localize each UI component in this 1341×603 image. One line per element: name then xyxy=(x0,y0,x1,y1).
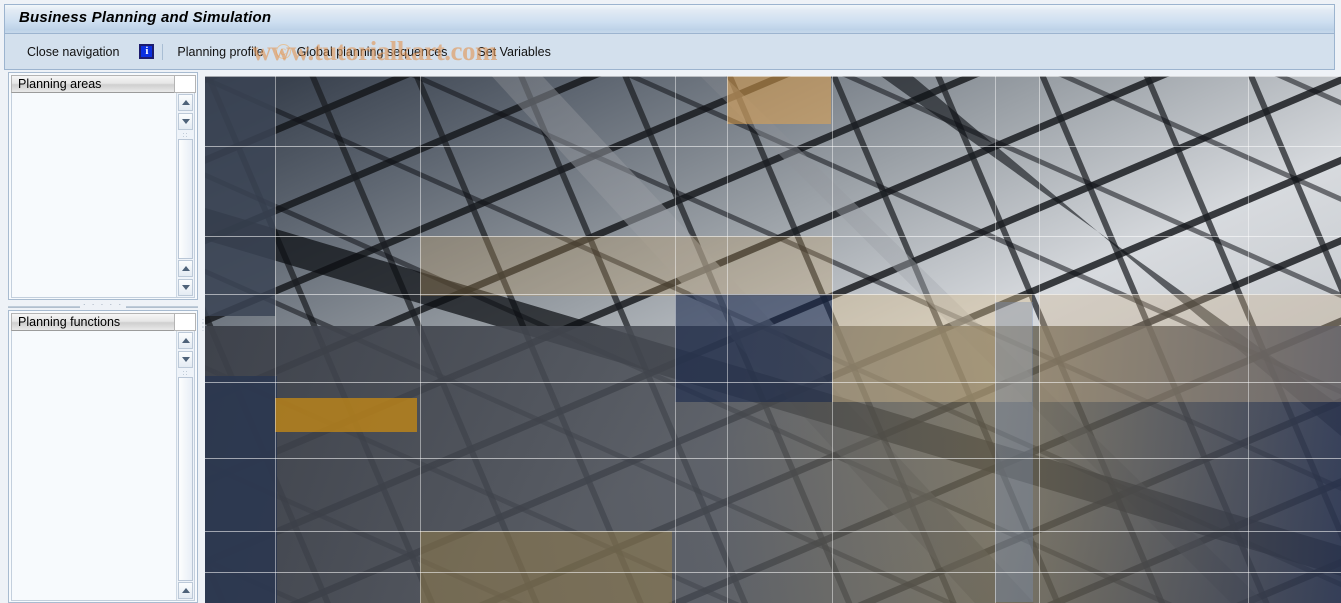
circle-icon: C xyxy=(275,44,291,59)
grid-line-vertical xyxy=(995,76,996,603)
grid-line-horizontal xyxy=(205,382,1341,383)
close-navigation-label: Close navigation xyxy=(27,44,120,59)
main-content-area xyxy=(205,76,1341,603)
scroll-down-arrow-icon[interactable] xyxy=(178,113,193,130)
panel-splitter[interactable]: · · · · · xyxy=(8,300,198,310)
toolbar-separator xyxy=(162,43,164,60)
grid-line-vertical xyxy=(275,76,276,603)
grid-line-horizontal xyxy=(205,458,1341,459)
set-variables-label: Set Variables xyxy=(477,44,551,59)
splitter-grip-icon[interactable]: · · · · · xyxy=(79,301,127,309)
info-icon[interactable]: i xyxy=(139,44,155,59)
scrollbar-track[interactable] xyxy=(178,377,193,581)
scrollbar-track[interactable] xyxy=(178,139,193,259)
navigation-column: Planning areas :: · · · · · Planning fun… xyxy=(4,72,206,603)
planning-areas-header: Planning areas xyxy=(11,75,196,93)
close-navigation-button[interactable]: Close navigation xyxy=(21,41,125,63)
scroll-up-arrow-bottom-icon[interactable] xyxy=(178,260,193,277)
planning-areas-panel: Planning areas :: xyxy=(8,72,198,300)
scrollbar-thumb[interactable] xyxy=(178,377,193,581)
planning-areas-header-corner xyxy=(174,75,196,93)
planning-functions-scrollbar[interactable]: :: xyxy=(176,331,194,600)
grid-line-vertical xyxy=(420,76,421,603)
planning-profile-label: Planning profile xyxy=(177,44,264,59)
main-toolbar: Close navigation i Planning profile C Gl… xyxy=(4,34,1335,70)
grid-line-vertical xyxy=(727,76,728,603)
application-window: Business Planning and Simulation Close n… xyxy=(0,0,1341,603)
grid-line-horizontal xyxy=(205,236,1341,237)
grid-line-vertical xyxy=(832,76,833,603)
window-title-bar: Business Planning and Simulation xyxy=(4,4,1335,34)
grid-line-horizontal xyxy=(205,572,1341,573)
planning-functions-list[interactable]: :: xyxy=(11,331,195,601)
planning-functions-panel: Planning functions :: xyxy=(8,310,198,603)
scroll-up-arrow-icon[interactable] xyxy=(178,332,193,349)
scrollbar-thumb[interactable] xyxy=(178,139,193,259)
global-planning-sequences-label: Global planning sequences xyxy=(296,44,448,59)
scroll-down-arrow-icon[interactable] xyxy=(178,351,193,368)
planning-areas-title: Planning areas xyxy=(18,77,102,91)
scroll-up-arrow-icon[interactable] xyxy=(178,94,193,111)
grid-line-horizontal xyxy=(205,146,1341,147)
planning-functions-header: Planning functions xyxy=(11,313,196,331)
planning-areas-list[interactable]: :: xyxy=(11,93,195,298)
planning-profile-button[interactable]: Planning profile xyxy=(171,41,269,63)
grid-line-horizontal xyxy=(205,531,1341,532)
page-title: Business Planning and Simulation xyxy=(19,9,272,26)
scrollbar-grip-icon[interactable]: :: xyxy=(177,369,194,377)
planning-areas-scrollbar[interactable]: :: xyxy=(176,93,194,297)
facade-background-image xyxy=(205,76,1341,603)
grid-line-horizontal xyxy=(205,294,1341,295)
grid-line-vertical xyxy=(1039,76,1040,603)
global-planning-sequences-button[interactable]: C Global planning sequences xyxy=(270,41,454,63)
set-variables-button[interactable]: Set Variables xyxy=(471,41,556,63)
grid-line-vertical xyxy=(675,76,676,603)
grid-line-vertical xyxy=(1248,76,1249,603)
planning-functions-header-corner xyxy=(174,313,196,331)
grid-line-horizontal xyxy=(205,76,1341,77)
facade-illustration xyxy=(205,76,1341,603)
scroll-up-arrow-bottom-icon[interactable] xyxy=(178,582,193,599)
scroll-down-arrow-bottom-icon[interactable] xyxy=(178,279,193,296)
scrollbar-grip-icon[interactable]: :: xyxy=(177,131,194,139)
planning-functions-title: Planning functions xyxy=(18,315,121,329)
